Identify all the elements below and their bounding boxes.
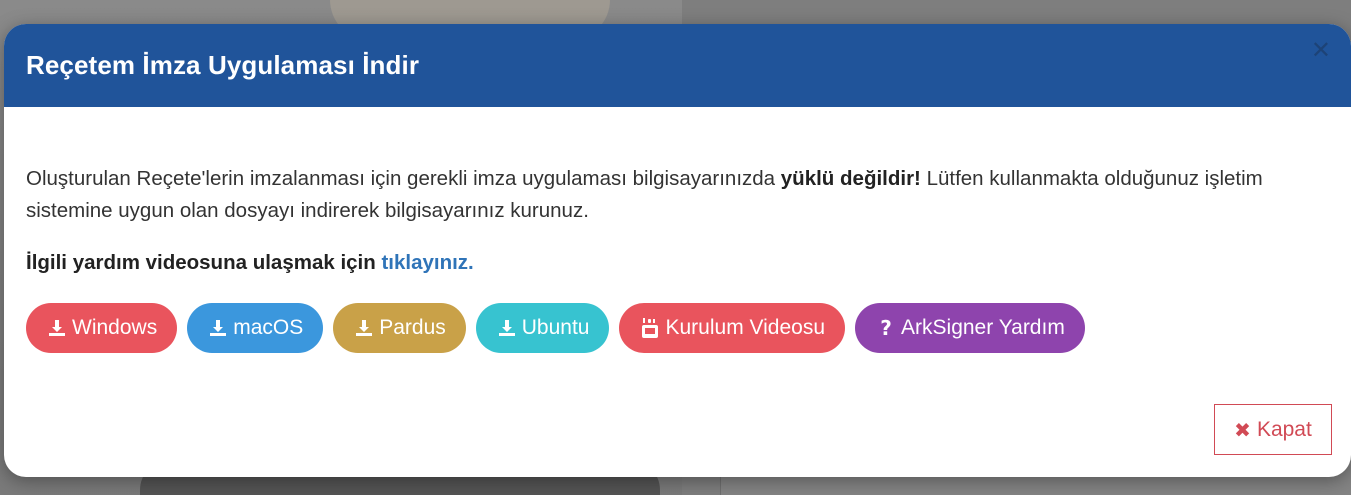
download-icon [353, 317, 375, 339]
windows-label: Windows [72, 316, 158, 339]
description-part1: Oluşturulan Reçete'lerin imzalanması içi… [26, 167, 781, 190]
modal-footer: ✖ Kapat [1214, 404, 1332, 455]
question-icon: ? [880, 316, 892, 340]
download-modal: Reçetem İmza Uygulaması İndir ✕ Oluşturu… [4, 24, 1351, 477]
help-video-link[interactable]: tıklayınız. [381, 251, 473, 274]
macos-download-button[interactable]: macOS [187, 303, 324, 353]
download-buttons: Windows macOS Pardus Ubuntu Kurulum Vide… [26, 303, 1329, 353]
windows-download-button[interactable]: Windows [26, 303, 178, 353]
modal-title: Reçetem İmza Uygulaması İndir [26, 50, 420, 80]
installation-video-button[interactable]: Kurulum Videosu [619, 303, 846, 353]
youtube-icon [639, 317, 661, 339]
modal-header: Reçetem İmza Uygulaması İndir ✕ [4, 24, 1351, 107]
help-line: İlgili yardım videosuna ulaşmak için tık… [26, 251, 1329, 275]
download-icon [46, 317, 68, 339]
download-icon [496, 317, 518, 339]
installation-video-label: Kurulum Videosu [665, 316, 826, 339]
help-text: İlgili yardım videosuna ulaşmak için [26, 251, 382, 274]
pardus-label: Pardus [379, 316, 446, 339]
pardus-download-button[interactable]: Pardus [333, 303, 466, 353]
close-button-label: Kapat [1256, 417, 1312, 441]
arksigner-help-button[interactable]: ? ArkSigner Yardım [855, 303, 1085, 353]
ubuntu-label: Ubuntu [521, 316, 590, 339]
ubuntu-download-button[interactable]: Ubuntu [475, 303, 610, 353]
arksigner-help-label: ArkSigner Yardım [901, 316, 1065, 339]
description-text: Oluşturulan Reçete'lerin imzalanması içi… [26, 163, 1316, 227]
macos-label: macOS [233, 316, 304, 339]
close-icon[interactable]: ✕ [1311, 38, 1331, 62]
modal-body: Oluşturulan Reçete'lerin imzalanması içi… [4, 107, 1351, 353]
times-icon: ✖ [1234, 417, 1251, 442]
download-icon [207, 317, 229, 339]
close-button[interactable]: ✖ Kapat [1214, 404, 1332, 455]
description-warning: yüklü değildir! [780, 167, 921, 190]
